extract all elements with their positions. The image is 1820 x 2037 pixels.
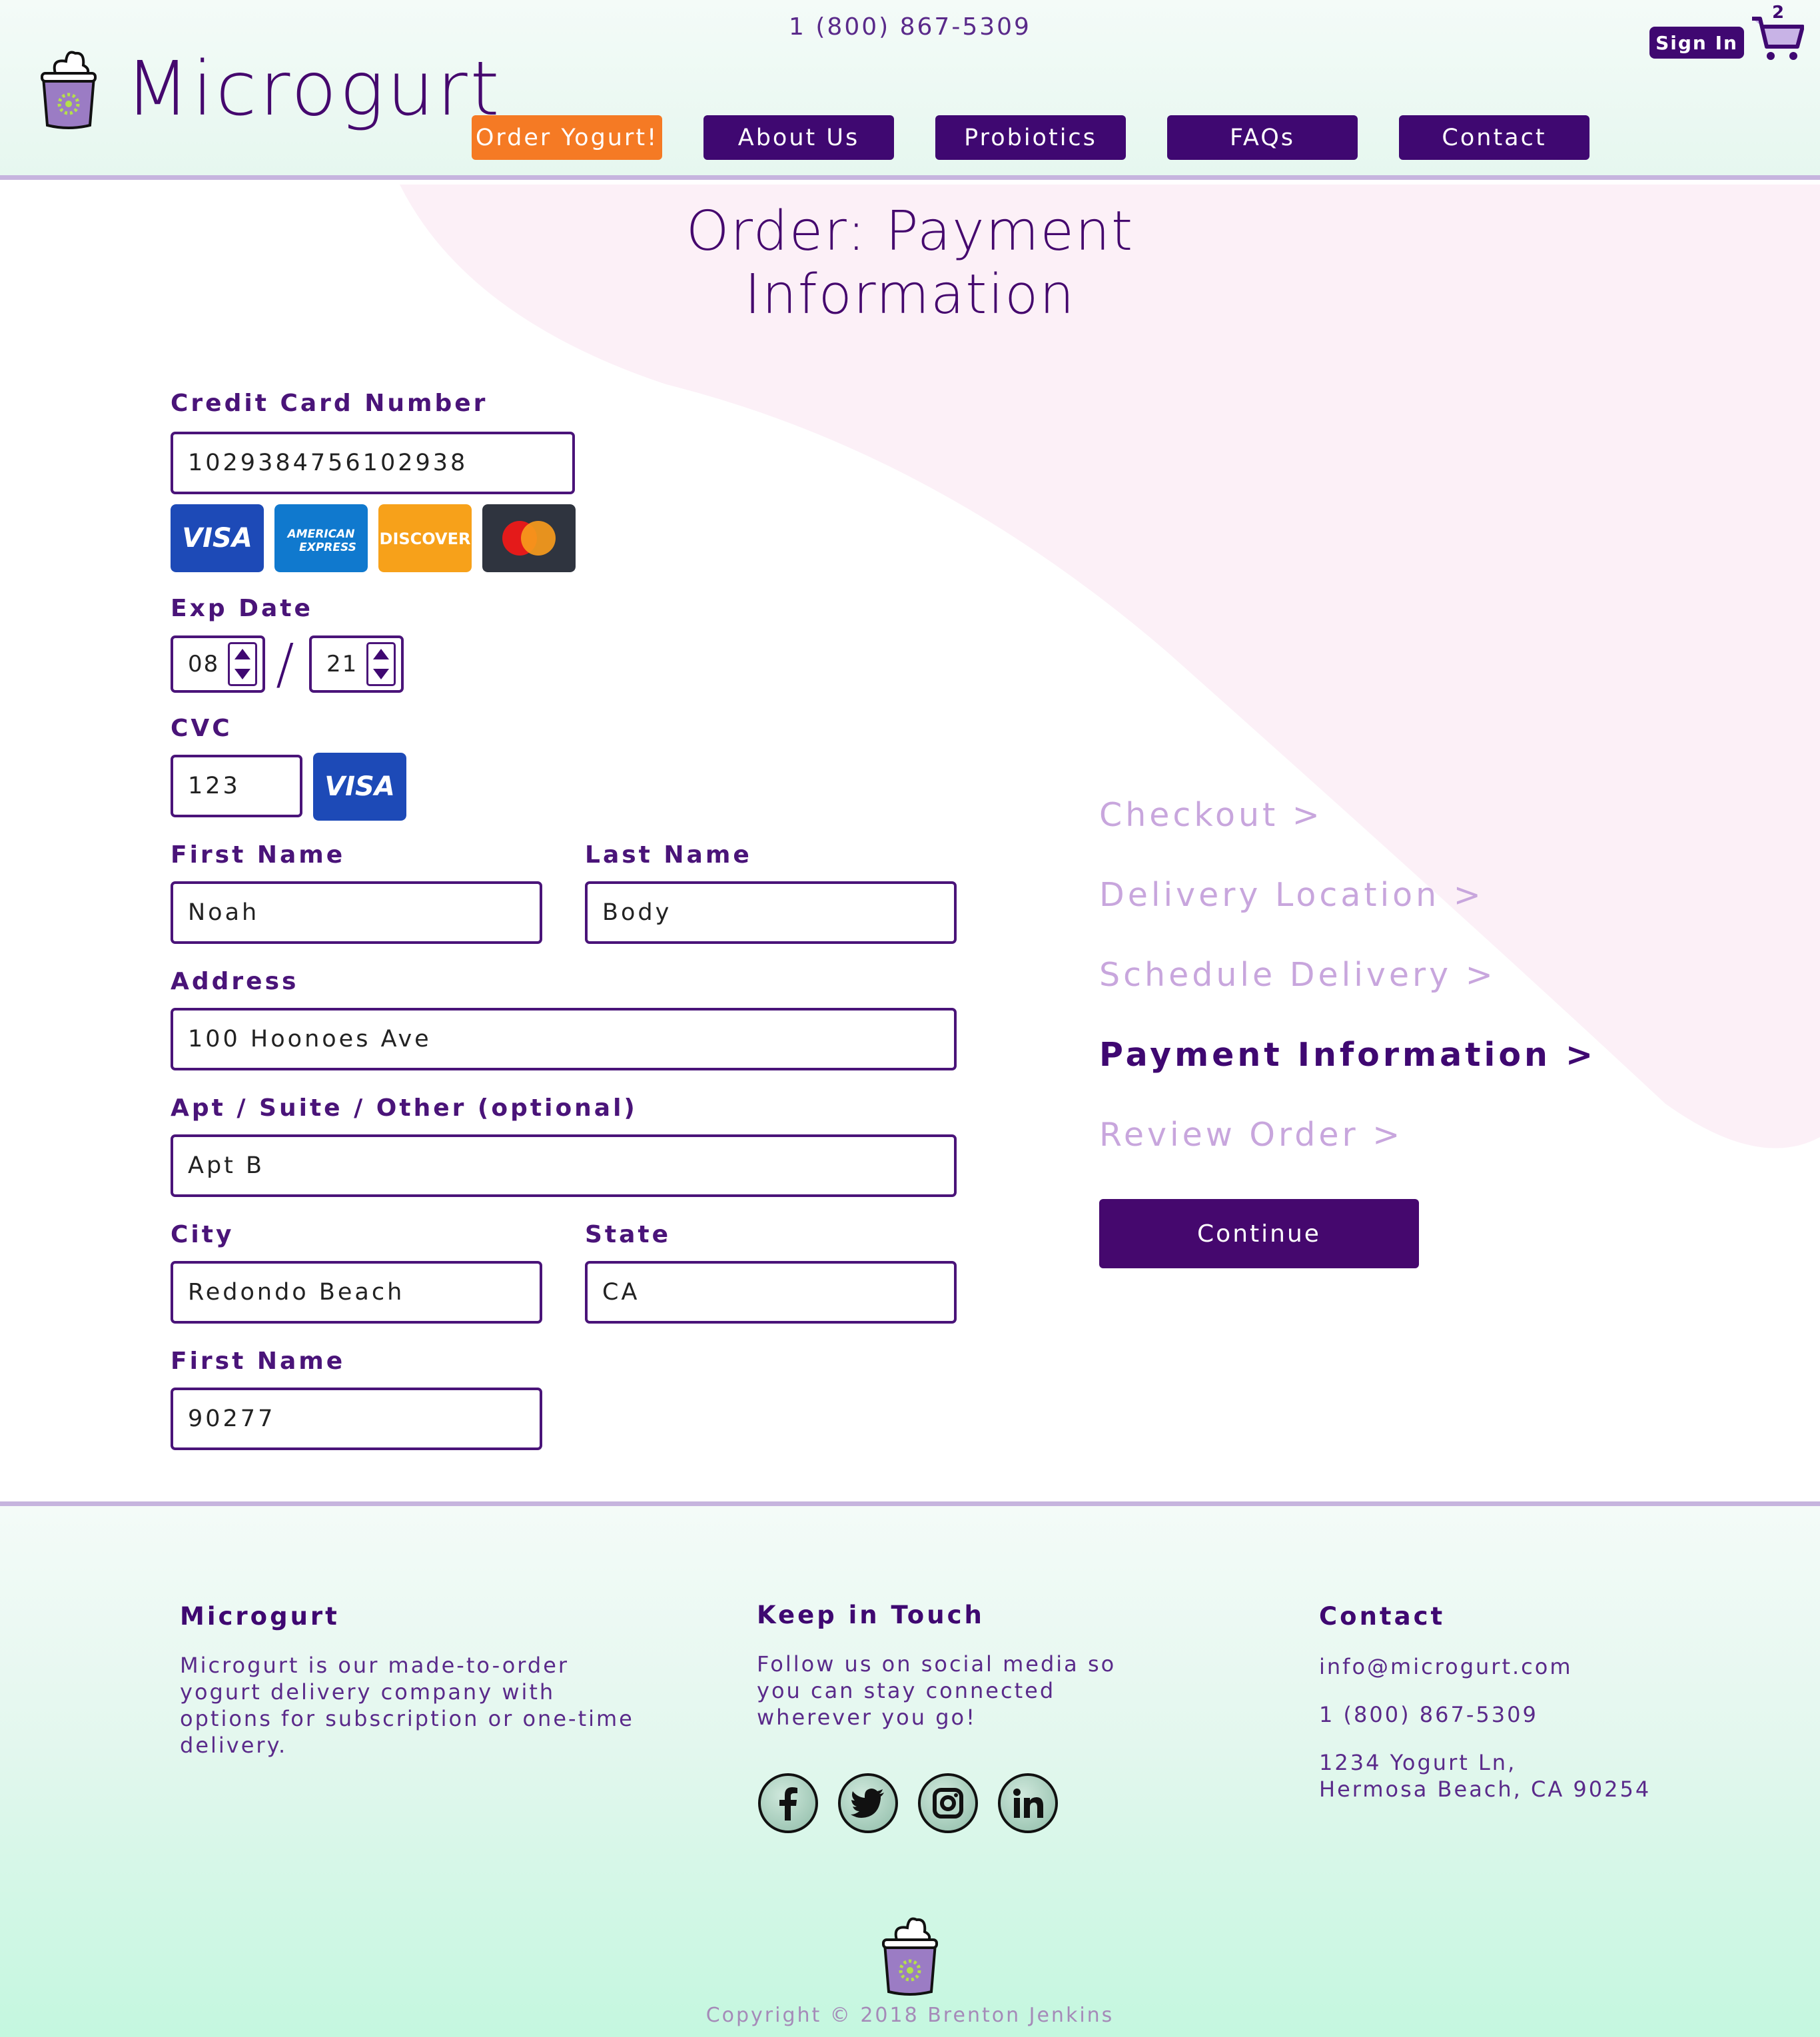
nav-about-us[interactable]: About Us bbox=[703, 115, 894, 160]
nav-faqs[interactable]: FAQs bbox=[1167, 115, 1358, 160]
twitter-icon[interactable] bbox=[838, 1773, 898, 1833]
step-delivery-location[interactable]: Delivery Location > bbox=[1099, 876, 1484, 914]
nav-probiotics[interactable]: Probiotics bbox=[935, 115, 1126, 160]
copyright-text: Copyright © 2018 Brenton Jenkins bbox=[705, 2004, 1115, 2027]
apt-input[interactable]: Apt B bbox=[171, 1134, 957, 1197]
visa-mark-text: VISA bbox=[182, 523, 252, 554]
nav-order-yogurt[interactable]: Order Yogurt! bbox=[472, 115, 662, 160]
footer-contact-title: Contact bbox=[1319, 1602, 1446, 1631]
exp-date-label: Exp Date bbox=[171, 595, 313, 622]
city-label: City bbox=[171, 1221, 234, 1248]
footer-social-text: Follow us on social media so you can sta… bbox=[757, 1651, 1117, 1730]
first-name-input[interactable]: Noah bbox=[171, 881, 542, 944]
exp-year-arrows[interactable] bbox=[366, 642, 396, 686]
nav-contact[interactable]: Contact bbox=[1399, 115, 1590, 160]
svg-text:EXPRESS: EXPRESS bbox=[299, 541, 356, 554]
amex-icon[interactable]: AMERICAN EXPRESS bbox=[274, 504, 368, 572]
cvc-input[interactable]: 123 bbox=[171, 755, 302, 817]
step-checkout[interactable]: Checkout > bbox=[1099, 796, 1323, 834]
mastercard-icon[interactable] bbox=[482, 504, 576, 572]
footer-about-text: Microgurt is our made-to-order yogurt de… bbox=[180, 1653, 634, 1758]
brand-name[interactable]: Microgurt bbox=[125, 52, 502, 127]
footer-social-title: Keep in Touch bbox=[757, 1601, 985, 1629]
zip-input[interactable]: 90277 bbox=[171, 1388, 542, 1450]
decrement-icon[interactable] bbox=[373, 669, 389, 679]
discover-mark-text: DISCOVER bbox=[380, 530, 471, 548]
continue-button[interactable]: Continue bbox=[1099, 1199, 1419, 1268]
footer-address-line1: 1234 Yogurt Ln, bbox=[1319, 1750, 1517, 1775]
city-input[interactable]: Redondo Beach bbox=[171, 1261, 542, 1324]
exp-year-stepper[interactable]: 21 bbox=[309, 635, 404, 693]
logo-icon[interactable] bbox=[37, 47, 101, 131]
card-number-input[interactable]: 1029384756102938 bbox=[171, 432, 575, 494]
step-review-order[interactable]: Review Order > bbox=[1099, 1116, 1403, 1154]
decrement-icon[interactable] bbox=[234, 669, 250, 679]
footer-logo-icon bbox=[882, 1917, 938, 1996]
discover-icon[interactable]: DISCOVER bbox=[378, 504, 472, 572]
exp-month-stepper[interactable]: 08 bbox=[171, 635, 265, 693]
exp-year-value: 21 bbox=[326, 651, 358, 677]
sign-in-button[interactable]: Sign In bbox=[1649, 27, 1744, 59]
last-name-label: Last Name bbox=[585, 841, 752, 869]
last-name-input[interactable]: Body bbox=[585, 881, 957, 944]
footer-about-title: Microgurt bbox=[180, 1602, 340, 1631]
state-input[interactable]: CA bbox=[585, 1261, 957, 1324]
cvc-visa-mark-text: VISA bbox=[324, 771, 395, 802]
facebook-icon[interactable] bbox=[758, 1773, 818, 1833]
step-schedule-delivery[interactable]: Schedule Delivery > bbox=[1099, 956, 1496, 994]
address-label: Address bbox=[171, 968, 299, 995]
header-phone[interactable]: 1 (800) 867-5309 bbox=[733, 13, 1087, 41]
footer-email[interactable]: info@microgurt.com bbox=[1319, 1653, 1573, 1680]
exp-date-slash: / bbox=[276, 633, 294, 696]
exp-month-arrows[interactable] bbox=[228, 642, 257, 686]
increment-icon[interactable] bbox=[234, 649, 250, 659]
svg-text:AMERICAN: AMERICAN bbox=[286, 528, 355, 541]
instagram-icon[interactable] bbox=[918, 1773, 978, 1833]
apt-label: Apt / Suite / Other (optional) bbox=[171, 1094, 638, 1122]
visa-icon[interactable]: VISA bbox=[171, 504, 264, 572]
state-label: State bbox=[585, 1221, 672, 1248]
address-input[interactable]: 100 Hoonoes Ave bbox=[171, 1008, 957, 1070]
zip-label: First Name bbox=[171, 1348, 346, 1375]
first-name-label: First Name bbox=[171, 841, 346, 869]
cart-count-badge: 2 bbox=[1772, 3, 1785, 23]
exp-month-value: 08 bbox=[188, 651, 220, 677]
linkedin-icon[interactable] bbox=[998, 1773, 1058, 1833]
cvc-visa-icon: VISA bbox=[313, 753, 406, 821]
card-number-label: Credit Card Number bbox=[171, 390, 488, 417]
footer-phone[interactable]: 1 (800) 867-5309 bbox=[1319, 1701, 1538, 1728]
page-title: Order: Payment Information bbox=[685, 200, 1135, 326]
cvc-label: CVC bbox=[171, 715, 232, 742]
step-payment-information[interactable]: Payment Information > bbox=[1099, 1036, 1596, 1074]
increment-icon[interactable] bbox=[373, 649, 389, 659]
footer-address-line2: Hermosa Beach, CA 90254 bbox=[1319, 1777, 1651, 1802]
